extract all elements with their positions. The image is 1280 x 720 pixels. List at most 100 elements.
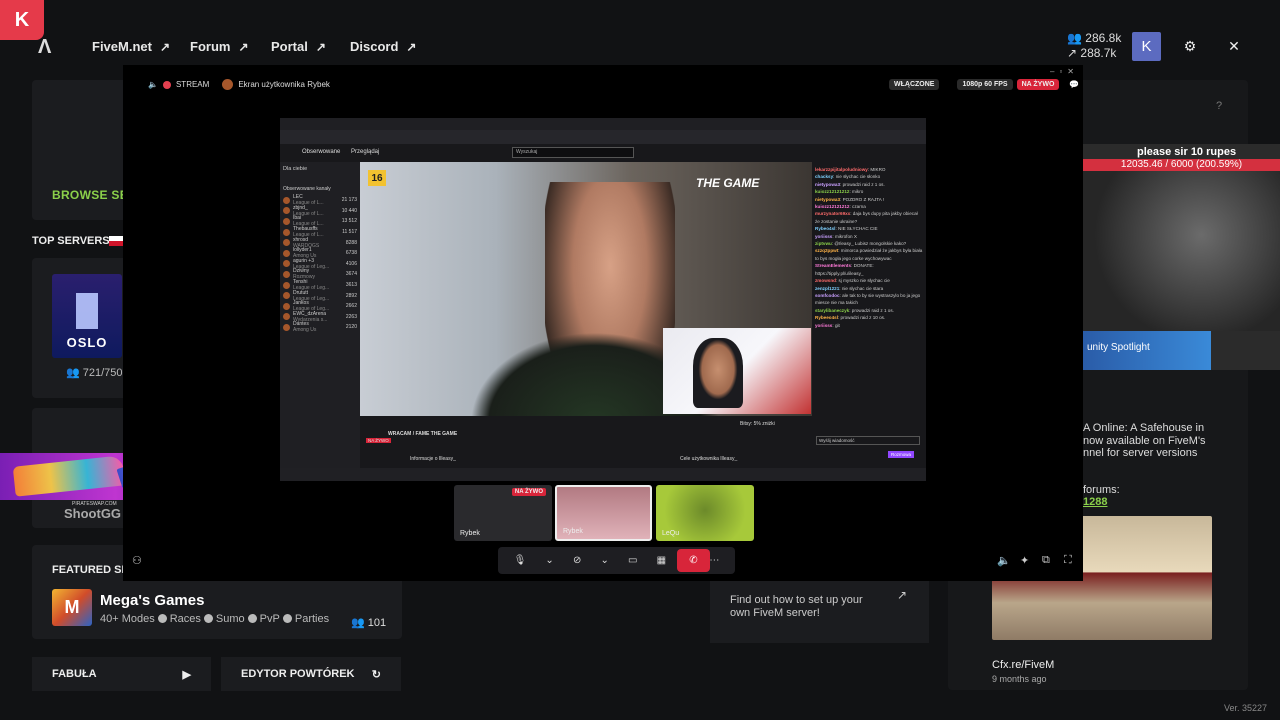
microphone-icon[interactable]: 🎙 <box>514 555 527 566</box>
chat-username[interactable]: somfcodoc <box>815 293 840 298</box>
players-icon: 👥 <box>1067 31 1082 45</box>
more-icon[interactable]: ⋯ <box>709 555 719 566</box>
activities-icon[interactable]: ▦ <box>657 555 666 566</box>
end-call-button[interactable]: ✆ <box>677 549 710 572</box>
nav-forum-link[interactable]: Forum ↗ <box>190 39 249 54</box>
chat-message: Rybeeo4sl: prowadzi raid z 10 os. <box>815 315 886 321</box>
bits-label[interactable]: Bitsy: 5% zniżki <box>740 421 775 427</box>
shootgg-label[interactable]: ShootGG <box>64 506 121 521</box>
live-badge: NA ŻYWO <box>511 488 546 496</box>
participant-tile[interactable]: LeQu <box>656 485 754 541</box>
forums-link[interactable]: 1288 <box>1083 496 1107 508</box>
chat-message: yoriisss: git <box>815 322 840 328</box>
chat-username[interactable]: murzynator69xx <box>815 211 850 216</box>
settings-gear-icon[interactable]: ⚙ <box>1178 34 1202 58</box>
chat-send-button[interactable]: Rozmowa <box>888 451 915 459</box>
participant-tile[interactable]: NA ŻYWO Rybek <box>454 485 552 541</box>
window-controls[interactable]: –▫✕ <box>1050 67 1079 76</box>
cfx-news-title[interactable]: Cfx.re/FiveM <box>992 659 1054 671</box>
twitch-search-input[interactable]: Wyszukaj <box>512 147 634 158</box>
chat-username[interactable]: Rybeo4sl <box>815 226 835 231</box>
shared-screen: Obserwowane Przeglądaj Wyszukaj Dla cieb… <box>280 118 926 481</box>
chat-text: sj myszko nie słychac cie <box>838 278 890 284</box>
chat-username[interactable]: nietypowa3 <box>815 182 840 187</box>
popout-icon[interactable]: ⧉ <box>1042 554 1050 567</box>
nav-fivem-link[interactable]: FiveM.net ↗ <box>92 39 170 54</box>
building-icon <box>76 293 98 329</box>
oslo-label: OSLO <box>66 335 108 350</box>
version-label: Ver. 35227 <box>1224 703 1268 713</box>
webcam-pip <box>663 328 811 414</box>
age-rating-badge: 16 <box>368 170 386 186</box>
twitch-followed-link[interactable]: Obserwowane <box>302 149 340 155</box>
nav-discord-link[interactable]: Discord ↗ <box>350 39 416 54</box>
pin-icon[interactable]: ✦ <box>1020 554 1029 567</box>
fivem-logo-icon[interactable]: Λ <box>38 36 51 59</box>
channel-avatar <box>283 292 290 300</box>
chat-username[interactable]: lekarzzpijitalpoludniowy <box>815 167 868 172</box>
chat-username[interactable]: StreamElements <box>815 263 851 268</box>
chat-message: StreamElements: DONATE: https://tipply.p… <box>815 263 874 276</box>
participant-tile[interactable]: Rybek <box>555 485 652 541</box>
chat-username[interactable]: starylibaneczyk <box>815 308 849 313</box>
chat-message: nietypowa3: prowadzi raid z 1 os. <box>815 181 885 187</box>
featured-player-count: 👥 101 <box>351 617 387 629</box>
channel-avatar <box>283 228 290 236</box>
chat-username[interactable]: yoriisss <box>815 323 832 328</box>
channel-avatar <box>283 196 290 204</box>
game-logo: THE GAME <box>696 176 760 190</box>
replay-editor-button[interactable]: EDYTOR POWTÓREK ↻ <box>221 657 401 691</box>
oslo-server-thumbnail[interactable]: OSLO <box>52 274 122 358</box>
chat-username[interactable]: zenzpl1221 <box>815 286 839 291</box>
chevron-down-icon[interactable]: ⌄ <box>600 555 608 566</box>
channel-viewers: 13 512 <box>341 218 357 225</box>
story-mode-button[interactable]: FABUŁA ▶ <box>32 657 211 691</box>
goals-tab[interactable]: Cele użytkownika Illeasy_ <box>680 456 737 462</box>
browser-tab-strip[interactable] <box>280 118 926 130</box>
chat-username[interactable]: kuiozz12121212 <box>815 189 849 194</box>
user-avatar[interactable]: K <box>1132 32 1161 61</box>
speaker-icon[interactable]: 🔈 <box>148 80 158 89</box>
chat-text: git <box>834 322 840 328</box>
top-servers-heading: TOP SERVERS <box>32 235 110 247</box>
channel-avatar <box>283 323 290 331</box>
fullscreen-icon[interactable]: ⛶ <box>1064 554 1072 567</box>
chat-bubble-icon[interactable]: 💬 <box>1069 80 1079 89</box>
close-icon[interactable]: ✕ <box>1222 34 1246 58</box>
channel-avatar <box>283 249 290 257</box>
volume-icon[interactable]: 🔈 <box>997 554 1011 567</box>
stream-video[interactable]: 16 THE GAME <box>360 162 812 416</box>
chat-message: Rybeo4sl: NIE SŁYCHAC CIE <box>815 226 878 232</box>
megas-games-logo[interactable]: M <box>52 589 92 626</box>
chat-username[interactable]: zmowsnd <box>815 278 836 283</box>
channel-viewers: 8288 <box>345 239 357 246</box>
camera-off-icon[interactable]: ⊘ <box>573 555 581 566</box>
external-arrow-icon: ↗ <box>315 40 326 54</box>
twitch-browse-link[interactable]: Przeglądaj <box>351 149 379 155</box>
featured-server-title[interactable]: Mega's Games <box>100 592 204 609</box>
chat-text: POZDRO Z RAJTA ! <box>842 196 885 202</box>
chat-username[interactable]: chacksy <box>815 174 833 179</box>
channel-viewers: 2662 <box>345 303 357 310</box>
chat-username[interactable]: ziptvwu <box>815 241 832 246</box>
webcam-person <box>693 338 743 408</box>
chat-username[interactable]: szzq2ppwt <box>815 248 838 253</box>
channel-viewers: 3613 <box>345 282 357 289</box>
info-tab[interactable]: Informacje o Illeasy_ <box>410 456 456 462</box>
chat-username[interactable]: yoriisss <box>815 234 832 239</box>
chat-username[interactable]: Rybeeo4sl <box>815 315 838 320</box>
help-icon[interactable]: ? <box>1216 100 1222 112</box>
channel-row[interactable]: Dantes Among Us 2120 <box>283 321 357 333</box>
browser-url-bar[interactable] <box>280 130 926 144</box>
nav-portal-link[interactable]: Portal ↗ <box>271 39 326 54</box>
stream-title: WRACAM / FAME THE GAME <box>388 431 458 437</box>
user-avatar <box>222 79 234 90</box>
news-snippet[interactable]: A Online: A Safehouse in now available on… <box>1083 422 1206 460</box>
twitch-chat: lekarzzpijitalpoludniowy: MIKRO chacksy: … <box>812 162 926 468</box>
screen-share-icon[interactable]: ▭ <box>628 555 637 566</box>
chat-username[interactable]: kuiozz12121212 <box>815 204 849 209</box>
chat-input[interactable]: Wyślij wiadomość <box>816 436 920 445</box>
chevron-down-icon[interactable]: ⌄ <box>545 555 553 566</box>
user-plus-icon[interactable]: ⚇ <box>132 554 142 567</box>
chat-username[interactable]: nietypowa3 <box>815 197 840 202</box>
